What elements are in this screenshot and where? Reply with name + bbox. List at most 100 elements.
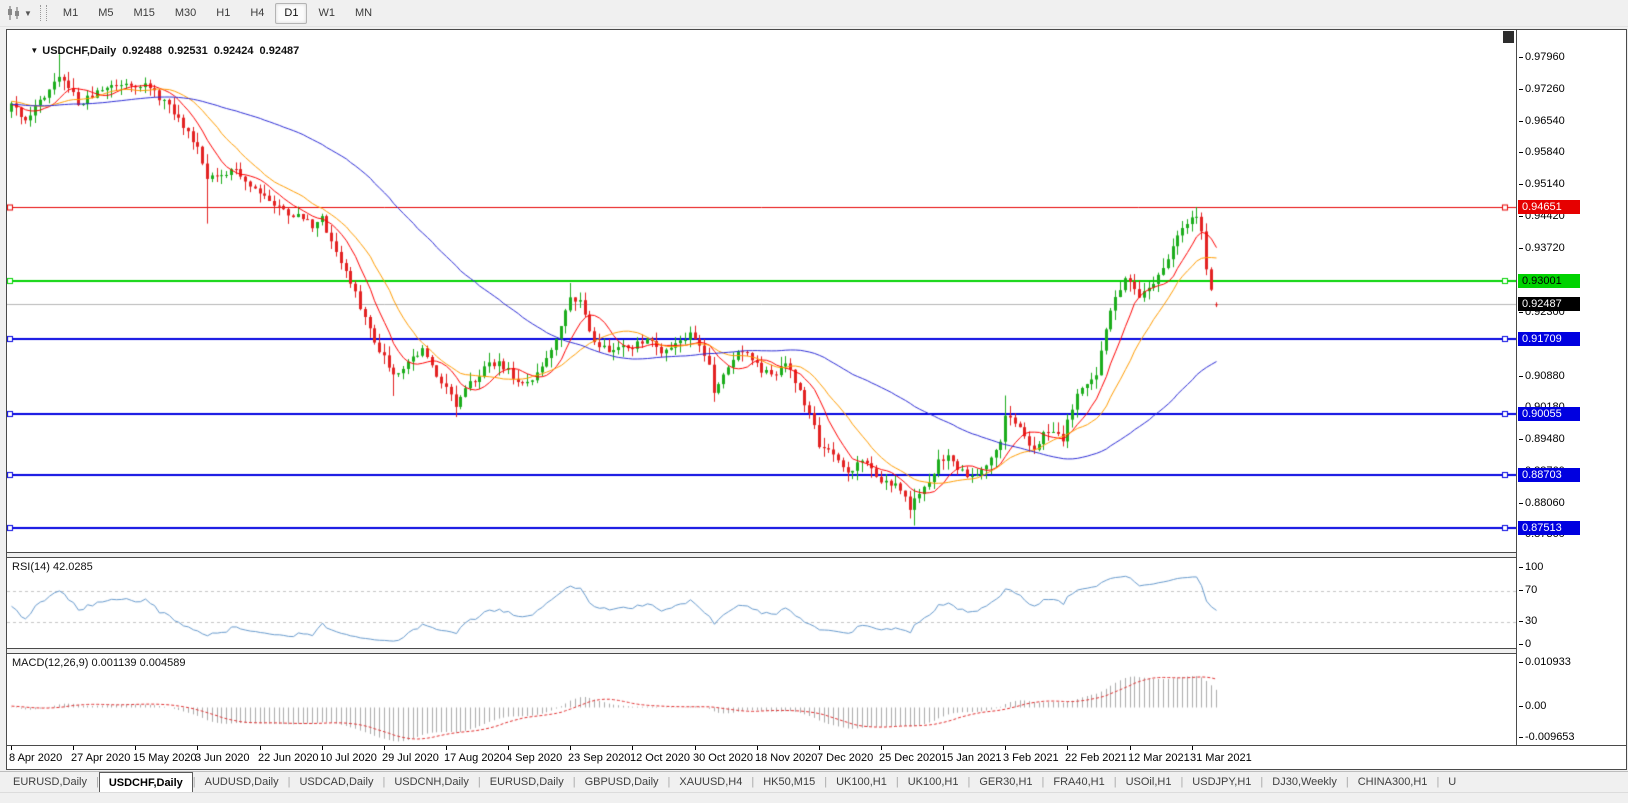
level-price-label: 0.87513	[1518, 521, 1580, 536]
candlestick-chart-icon[interactable]	[5, 5, 23, 21]
symbol-tab-gbpusd-daily[interactable]: GBPUSD,Daily	[576, 772, 668, 792]
price-axis-tick: 0.90880	[1519, 369, 1565, 382]
date-axis-tickmark	[11, 746, 12, 750]
price-axis-tick: 0.97260	[1519, 82, 1565, 95]
rsi-axis-tick: 70	[1518, 584, 1538, 597]
toolbar-grip-handle[interactable]	[39, 5, 47, 21]
chart-header: ▼ USDCHF,Daily 0.92488 0.92531 0.92424 0.9248…	[12, 33, 299, 69]
date-axis-tickmark	[322, 746, 323, 750]
date-axis-tickmark	[1005, 746, 1006, 750]
date-axis-label: 17 Aug 2020	[444, 752, 506, 764]
date-axis-label: 29 Jul 2020	[382, 752, 439, 764]
symbol-tab-xauusd-h4[interactable]: XAUUSD,H4	[670, 772, 751, 792]
date-axis-tickmark	[632, 746, 633, 750]
date-axis-label: 12 Mar 2021	[1128, 752, 1190, 764]
price-axis-tick: 0.95840	[1519, 146, 1565, 159]
timeframe-button-m5[interactable]: M5	[89, 3, 122, 24]
date-axis-tickmark	[819, 746, 820, 750]
price-axis-tick: 0.97960	[1519, 51, 1565, 63]
rsi-label: RSI(14) 42.0285	[12, 561, 93, 573]
date-axis-tickmark	[446, 746, 447, 750]
chart-type-dropdown-icon[interactable]: ▼	[24, 9, 32, 18]
timeframe-button-w1[interactable]: W1	[309, 3, 344, 24]
symbol-tab-dj30-weekly[interactable]: DJ30,Weekly	[1263, 772, 1346, 792]
date-axis-label: 27 Apr 2020	[71, 752, 131, 764]
date-axis-label: 3 Feb 2021	[1003, 752, 1059, 764]
level-price-label: 0.90055	[1518, 406, 1580, 421]
timeframe-button-d1[interactable]: D1	[275, 2, 308, 24]
date-axis-tickmark	[260, 746, 261, 750]
symbol-tab-usdcnh-daily[interactable]: USDCNH,Daily	[385, 772, 478, 792]
timeframe-button-h4[interactable]: H4	[241, 3, 273, 24]
date-axis-label: 4 Sep 2020	[506, 752, 563, 764]
date-axis-tickmark	[1130, 746, 1131, 750]
pane-splitter-rsi[interactable]	[7, 552, 1626, 558]
date-axis-tickmark	[508, 746, 509, 750]
symbol-tab-uk100-h1[interactable]: UK100,H1	[827, 772, 896, 792]
symbol-tab-u[interactable]: U	[1439, 772, 1465, 792]
timeframe-button-mn[interactable]: MN	[346, 3, 381, 24]
status-bar	[0, 792, 1628, 803]
ohlc-low: 0.92424	[213, 45, 254, 57]
date-axis-label: 18 Nov 2020	[755, 752, 818, 764]
date-axis-tickmark	[570, 746, 571, 750]
symbol-tab-fra40-h1[interactable]: FRA40,H1	[1044, 772, 1113, 792]
symbol-tab-ger30-h1[interactable]: GER30,H1	[970, 772, 1041, 792]
symbol-tab-audusd-daily[interactable]: AUDUSD,Daily	[196, 772, 288, 792]
symbol-tab-china300-h1[interactable]: CHINA300,H1	[1349, 772, 1437, 792]
symbol-tab-eurusd-daily[interactable]: EURUSD,Daily	[481, 772, 573, 792]
timeframe-button-m15[interactable]: M15	[124, 3, 163, 24]
price-axis: 0.97960 0.97260 0.96540 0.95840 0.95140 0.944…	[1516, 30, 1626, 745]
date-axis-label: 10 Jul 2020	[320, 752, 377, 764]
date-axis-label: 15 May 2020	[133, 752, 197, 764]
timeframe-button-m1[interactable]: M1	[54, 3, 87, 24]
date-axis-tickmark	[695, 746, 696, 750]
price-axis-tick: 0.89480	[1519, 432, 1565, 445]
chart-symbol-label: USDCHF,Daily	[42, 45, 117, 57]
date-axis-label: 31 Mar 2021	[1190, 752, 1252, 764]
symbol-tab-usdchf-daily[interactable]: USDCHF,Daily	[98, 772, 193, 792]
pane-splitter-macd[interactable]	[7, 648, 1626, 654]
timeframe-button-m30[interactable]: M30	[166, 3, 205, 24]
level-price-label: 0.94651	[1518, 199, 1580, 214]
timeframe-button-h1[interactable]: H1	[207, 3, 239, 24]
date-axis-tickmark	[757, 746, 758, 750]
date-axis-tickmark	[135, 746, 136, 750]
rsi-axis-tick: 30	[1518, 614, 1538, 627]
date-axis-tickmark	[943, 746, 944, 750]
rsi-axis-tick: 0	[1518, 638, 1532, 650]
date-axis-label: 22 Jun 2020	[258, 752, 319, 764]
level-price-label: 0.93001	[1518, 274, 1580, 289]
date-axis-label: 23 Sep 2020	[568, 752, 631, 764]
price-chart-canvas[interactable]	[7, 30, 1516, 745]
date-axis-tickmark	[384, 746, 385, 750]
date-axis-label: 12 Oct 2020	[630, 752, 690, 764]
date-axis-label: 25 Dec 2020	[879, 752, 942, 764]
date-axis-label: 30 Oct 2020	[693, 752, 753, 764]
date-axis-label: 3 Jun 2020	[195, 752, 250, 764]
symbol-tab-usdjpy-h1[interactable]: USDJPY,H1	[1183, 772, 1260, 792]
collapse-chart-icon[interactable]: ▼	[30, 46, 38, 55]
ohlc-open: 0.92488	[122, 45, 162, 57]
price-axis-tick: 0.96540	[1519, 114, 1565, 127]
ohlc-high: 0.92531	[168, 45, 208, 57]
symbol-tab-usdcad-daily[interactable]: USDCAD,Daily	[290, 772, 382, 792]
date-axis: 8 Apr 2020 27 Apr 2020 15 May 2020 3 Jun 20…	[7, 745, 1626, 769]
macd-axis-tick: 0.010933	[1519, 655, 1571, 668]
level-price-label: 0.91709	[1518, 332, 1580, 347]
ohlc-close: 0.92487	[259, 45, 300, 57]
symbol-tab-eurusd-daily[interactable]: EURUSD,Daily	[4, 772, 96, 792]
symbol-tab-usoil-h1[interactable]: USOil,H1	[1117, 772, 1181, 792]
chart-shift-marker[interactable]	[1503, 31, 1514, 43]
date-axis-tickmark	[197, 746, 198, 750]
level-price-label: 0.88703	[1518, 467, 1580, 482]
date-axis-label: 15 Jan 2021	[941, 752, 1002, 764]
symbol-tab-uk100-h1[interactable]: UK100,H1	[899, 772, 968, 792]
date-axis-tickmark	[1192, 746, 1193, 750]
price-axis-tick: 0.95140	[1519, 177, 1565, 190]
symbol-tab-hk50-m15[interactable]: HK50,M15	[754, 772, 824, 792]
current-price-label: 0.92487	[1518, 297, 1580, 312]
macd-axis-tick: 0.00	[1518, 700, 1547, 712]
date-axis-label: 7 Dec 2020	[817, 752, 874, 764]
date-axis-tickmark	[881, 746, 882, 750]
